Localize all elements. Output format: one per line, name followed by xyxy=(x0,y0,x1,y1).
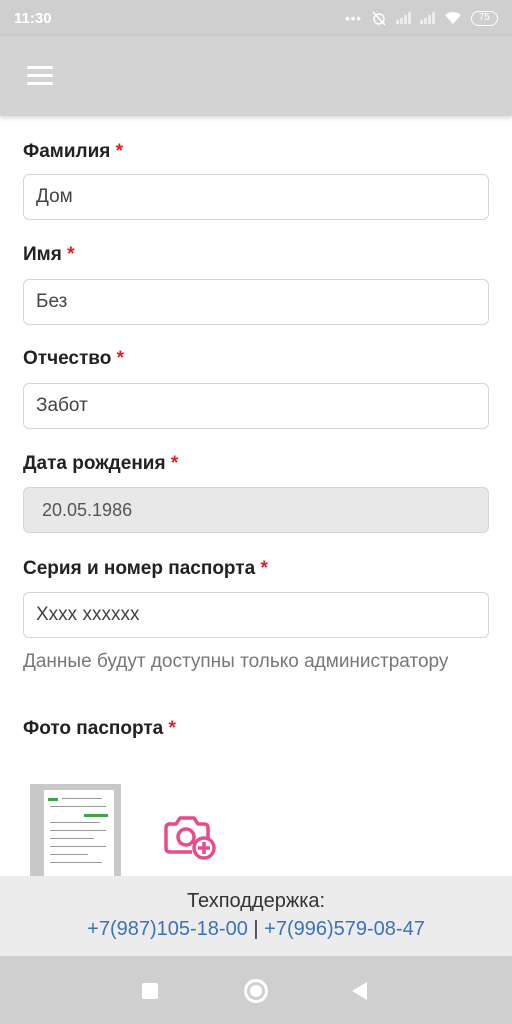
phone-separator: | xyxy=(253,918,259,940)
last-name-label: Фамилия * xyxy=(23,141,124,162)
battery-icon: 75 xyxy=(470,10,498,26)
passport-photo-label: Фото паспорта * xyxy=(23,718,176,739)
passport-photo-thumbnail[interactable] xyxy=(30,784,121,876)
registration-form: Фамилия * Имя * Отчество * Дата рождения… xyxy=(0,116,512,742)
system-nav-bar xyxy=(0,956,512,1024)
passport-input[interactable] xyxy=(23,592,489,638)
nav-recents-icon[interactable] xyxy=(142,983,158,999)
signal-icon-1 xyxy=(395,12,411,24)
status-bar: 11:30 ••• 75 xyxy=(0,0,512,36)
patronymic-input[interactable] xyxy=(23,383,489,429)
nav-home-icon[interactable] xyxy=(244,979,268,1003)
status-icons: ••• 75 xyxy=(345,10,498,26)
menu-icon[interactable] xyxy=(27,66,53,86)
last-name-input[interactable] xyxy=(23,174,489,220)
app-bar xyxy=(0,36,512,116)
first-name-input[interactable] xyxy=(23,279,489,325)
passport-hint: Данные будут доступны только администрат… xyxy=(23,651,449,672)
support-phone-2-link[interactable]: +7(996)579-08-47 xyxy=(264,918,425,940)
patronymic-label: Отчество * xyxy=(23,348,125,369)
support-phone-1-link[interactable]: +7(987)105-18-00 xyxy=(87,918,248,940)
support-title: Техподдержка: xyxy=(186,890,326,912)
first-name-label: Имя * xyxy=(23,244,75,265)
birth-date-input[interactable] xyxy=(23,487,489,533)
birth-date-label: Дата рождения * xyxy=(23,453,179,474)
passport-label: Серия и номер паспорта * xyxy=(23,558,268,579)
nav-back-icon[interactable] xyxy=(352,982,367,1000)
support-footer: Техподдержка: +7(987)105-18-00 | +7(996)… xyxy=(0,876,512,956)
support-phones: +7(987)105-18-00 | +7(996)579-08-47 xyxy=(0,918,512,941)
status-time: 11:30 xyxy=(14,9,52,27)
signal-icon-2 xyxy=(419,12,435,24)
camera-add-icon[interactable] xyxy=(162,812,218,860)
alarm-off-icon xyxy=(372,11,386,26)
wifi-icon xyxy=(444,12,461,24)
document-preview-image xyxy=(44,790,114,876)
notification-dots-icon: ••• xyxy=(345,10,362,26)
